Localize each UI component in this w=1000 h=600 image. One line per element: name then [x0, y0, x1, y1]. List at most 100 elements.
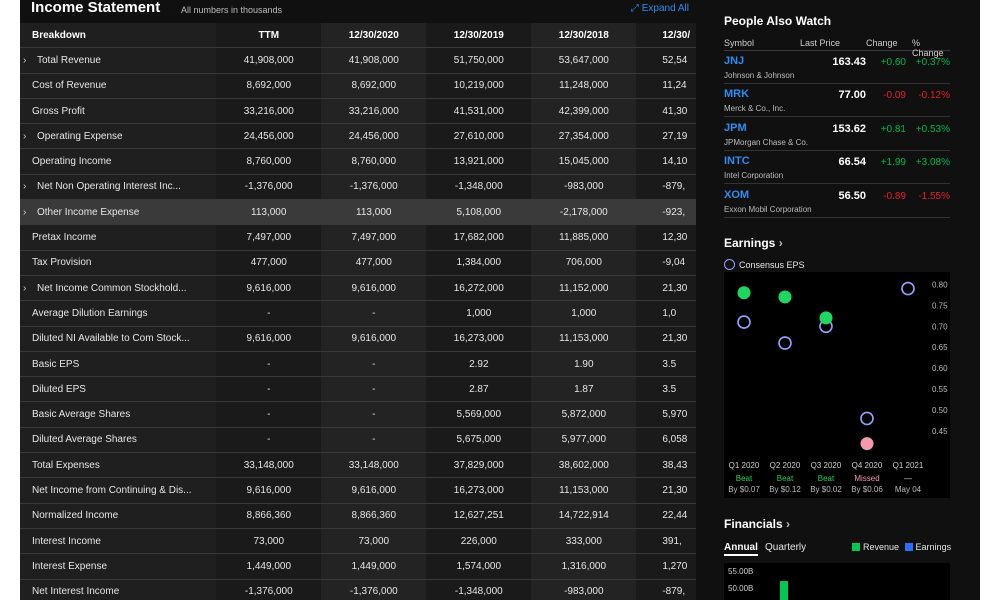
x-category-label: Q2 2020 — [770, 461, 801, 470]
row-label-cell: Operating Income — [20, 149, 217, 174]
value-cell: -1,348,000 — [426, 174, 532, 200]
value-cell: - — [321, 351, 427, 377]
value-cell: 9,616,000 — [216, 275, 322, 301]
percent-change: +3.08% — [915, 157, 950, 169]
chevron-right-icon[interactable]: › — [23, 207, 35, 218]
value-cell: 9,616,000 — [321, 275, 427, 301]
consensus-eps-legend: Consensus EPS — [724, 259, 805, 270]
value-cell: 27,610,000 — [426, 124, 532, 149]
table-row[interactable]: › Net Non Operating Interest Inc... -1,376… — [20, 174, 696, 201]
value-cell: 16,273,000 — [426, 326, 532, 351]
earnings-title[interactable]: Earnings › — [724, 236, 783, 250]
expand-all-button[interactable]: ⤢ Expand All — [631, 3, 689, 14]
last-price: 77.00 — [838, 89, 866, 102]
value-cell: 33,148,000 — [216, 453, 322, 478]
table-row: Net Income from Continuing & Dis... 9,616… — [20, 478, 696, 504]
table-row[interactable]: › Total Revenue 41,908,000 41,908,000 51,750… — [20, 48, 696, 74]
last-price: 66.54 — [838, 156, 866, 169]
value-cell: -1,376,000 — [216, 579, 322, 600]
symbol-link[interactable]: JPM — [724, 122, 747, 134]
tab-annual[interactable]: Annual — [724, 542, 758, 556]
row-label: Gross Profit — [32, 105, 85, 117]
value-cell: 5,872,000 — [531, 402, 637, 427]
row-label: Normalized Income — [32, 510, 119, 522]
value-cell: -983,000 — [531, 174, 637, 200]
earnings-result-detail: By $0.06 — [851, 485, 883, 494]
value-cell: 11,152,000 — [531, 275, 637, 301]
value-cell: 11,153,000 — [531, 478, 637, 503]
row-label-cell: Diluted NI Available to Com Stock... — [20, 326, 217, 351]
table-row: Interest Income 73,000 73,000 226,000 333,00… — [20, 528, 696, 555]
percent-change: +0.53% — [915, 123, 950, 135]
row-label-cell: Average Dilution Earnings — [20, 301, 217, 326]
x-category-label: Q1 2021 — [893, 461, 924, 470]
symbol-link[interactable]: MRK — [724, 88, 749, 100]
table-row[interactable]: › Other Income Expense 113,000 113,000 5,108… — [20, 200, 696, 226]
price-change: +1.99 — [880, 157, 906, 169]
earnings-result-detail: May 04 — [895, 485, 922, 494]
value-cell: 1,0 — [636, 301, 696, 326]
value-cell: 2.92 — [426, 351, 532, 377]
value-cell: 13,921,000 — [426, 149, 532, 174]
table-row: Cost of Revenue 8,692,000 8,692,000 10,219,… — [20, 73, 696, 99]
value-cell: 5,970 — [636, 402, 696, 427]
legend-earnings: Earnings — [915, 542, 952, 552]
financials-axis-label: 55.00B — [728, 567, 753, 576]
value-cell: 1,316,000 — [531, 554, 637, 579]
percent-change: -1.55% — [918, 190, 950, 202]
value-cell: 10,219,000 — [426, 73, 532, 98]
value-cell: 52,54 — [636, 48, 696, 73]
table-row: Diluted EPS - -2.87 1.87 3.5 — [20, 377, 696, 403]
watch-list-item[interactable]: INTC Intel Corporation 66.54 +1.99 +3.08% — [724, 151, 950, 185]
value-cell: 16,272,000 — [426, 275, 532, 301]
row-label: Net Income from Continuing & Dis... — [32, 484, 192, 496]
value-cell: 1.90 — [531, 351, 637, 377]
row-label: Cost of Revenue — [32, 80, 107, 92]
value-cell: 41,908,000 — [216, 48, 322, 73]
chevron-right-icon[interactable]: › — [23, 181, 35, 192]
value-cell: 1,000 — [426, 301, 532, 326]
company-name: Intel Corporation — [724, 171, 784, 181]
value-cell: 1,449,000 — [216, 554, 322, 579]
value-cell: -923, — [636, 200, 696, 225]
watch-list-item[interactable]: XOM Exxon Mobil Corporation 56.50 -0.89 -1.5… — [724, 185, 950, 218]
earnings-result-detail: By $0.07 — [728, 485, 760, 494]
value-cell: - — [216, 377, 322, 402]
consensus-ring-icon — [724, 259, 735, 270]
chevron-right-icon[interactable]: › — [23, 55, 35, 66]
table-row: Diluted NI Available to Com Stock... 9,61… — [20, 326, 696, 352]
symbol-link[interactable]: JNJ — [724, 55, 744, 67]
tab-quarterly[interactable]: Quarterly — [765, 542, 806, 553]
chevron-right-icon[interactable]: › — [23, 283, 35, 294]
last-price: 56.50 — [838, 189, 866, 202]
watch-list-item[interactable]: MRK Merck & Co., Inc. 77.00 -0.09 -0.12% — [724, 84, 950, 118]
row-label-cell: Pretax Income — [20, 225, 217, 250]
row-label-cell: Interest Expense — [20, 554, 217, 579]
column-header: TTM — [216, 23, 322, 48]
value-cell: -983,000 — [531, 579, 637, 600]
value-cell: 51,750,000 — [426, 48, 532, 73]
chevron-right-icon[interactable]: › — [23, 131, 35, 142]
value-cell: 113,000 — [321, 200, 427, 225]
watch-list-item[interactable]: JNJ Johnson & Johnson 163.43 +0.60 +0.37% — [724, 51, 950, 84]
value-cell: 14,722,914 — [531, 503, 637, 528]
symbol-link[interactable]: XOM — [724, 189, 749, 201]
row-label-cell: › Operating Expense — [20, 124, 217, 149]
table-row[interactable]: › Net Income Common Stockhold... 9,616,000… — [20, 275, 696, 302]
value-cell: 21,30 — [636, 478, 696, 503]
watch-list-item[interactable]: JPM JPMorgan Chase & Co. 153.62 +0.81 +0.53% — [724, 118, 950, 151]
income-statement-header: Income Statement All numbers in thousand… — [20, 0, 696, 22]
table-row: Gross Profit 33,216,000 33,216,000 41,531,0… — [20, 98, 696, 125]
symbol-link[interactable]: INTC — [724, 155, 750, 167]
y-tick-label: 0.80 — [932, 280, 948, 289]
financials-legend: Revenue Earnings — [852, 542, 951, 552]
financials-title[interactable]: Financials › — [724, 517, 790, 531]
value-cell: 11,885,000 — [531, 225, 637, 250]
page-scroll-area[interactable] — [960, 0, 980, 600]
row-label-cell: › Net Non Operating Interest Inc... — [20, 174, 217, 200]
value-cell: 9,616,000 — [321, 478, 427, 503]
table-row[interactable]: › Operating Expense 24,456,000 24,456,000 27… — [20, 124, 696, 150]
price-change: -0.89 — [883, 190, 906, 202]
value-cell: 11,153,000 — [531, 326, 637, 351]
table-scroll-area[interactable] — [696, 0, 714, 600]
